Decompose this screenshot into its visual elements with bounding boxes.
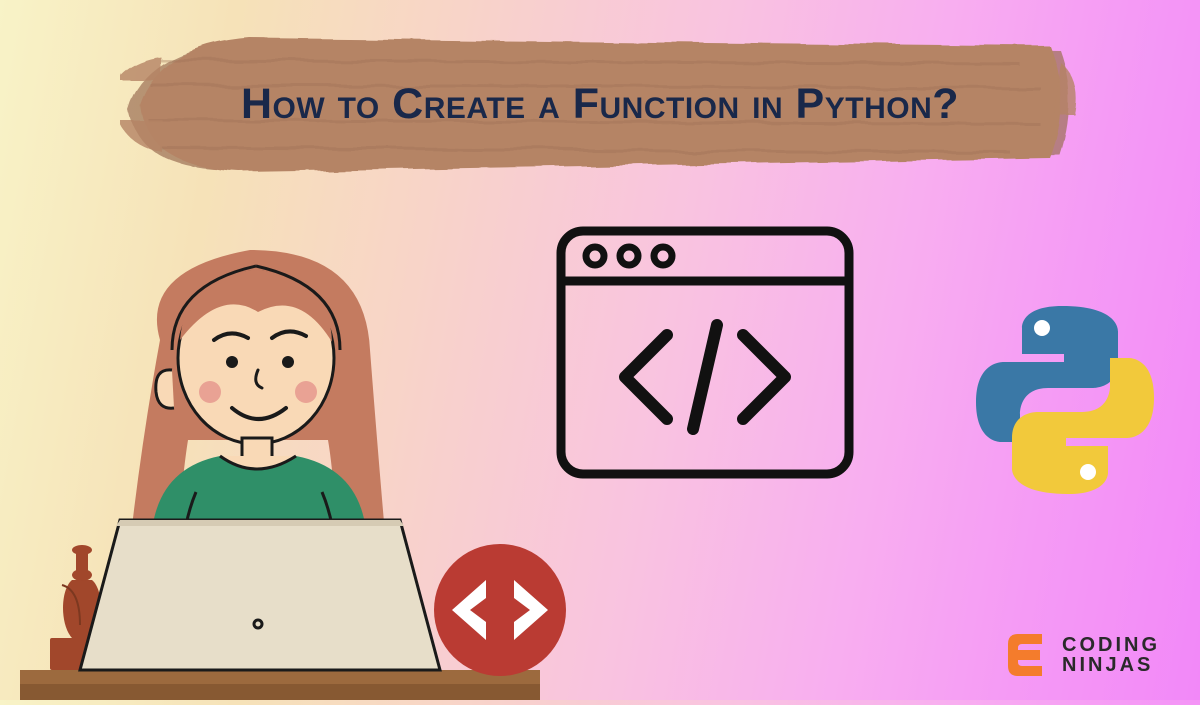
code-badge-icon — [430, 540, 570, 680]
title-banner: How to Create a Function in Python? — [120, 20, 1080, 190]
brand-line1: CODING — [1062, 635, 1160, 655]
brand-mark-icon — [1006, 630, 1050, 680]
code-window-icon — [555, 225, 855, 480]
python-logo-icon — [970, 300, 1160, 500]
brand-line2: NINJAS — [1062, 655, 1160, 675]
brand-text: CODING NINJAS — [1062, 635, 1160, 675]
brand-logo: CODING NINJAS — [1006, 630, 1160, 680]
page-title: How to Create a Function in Python? — [241, 78, 959, 132]
